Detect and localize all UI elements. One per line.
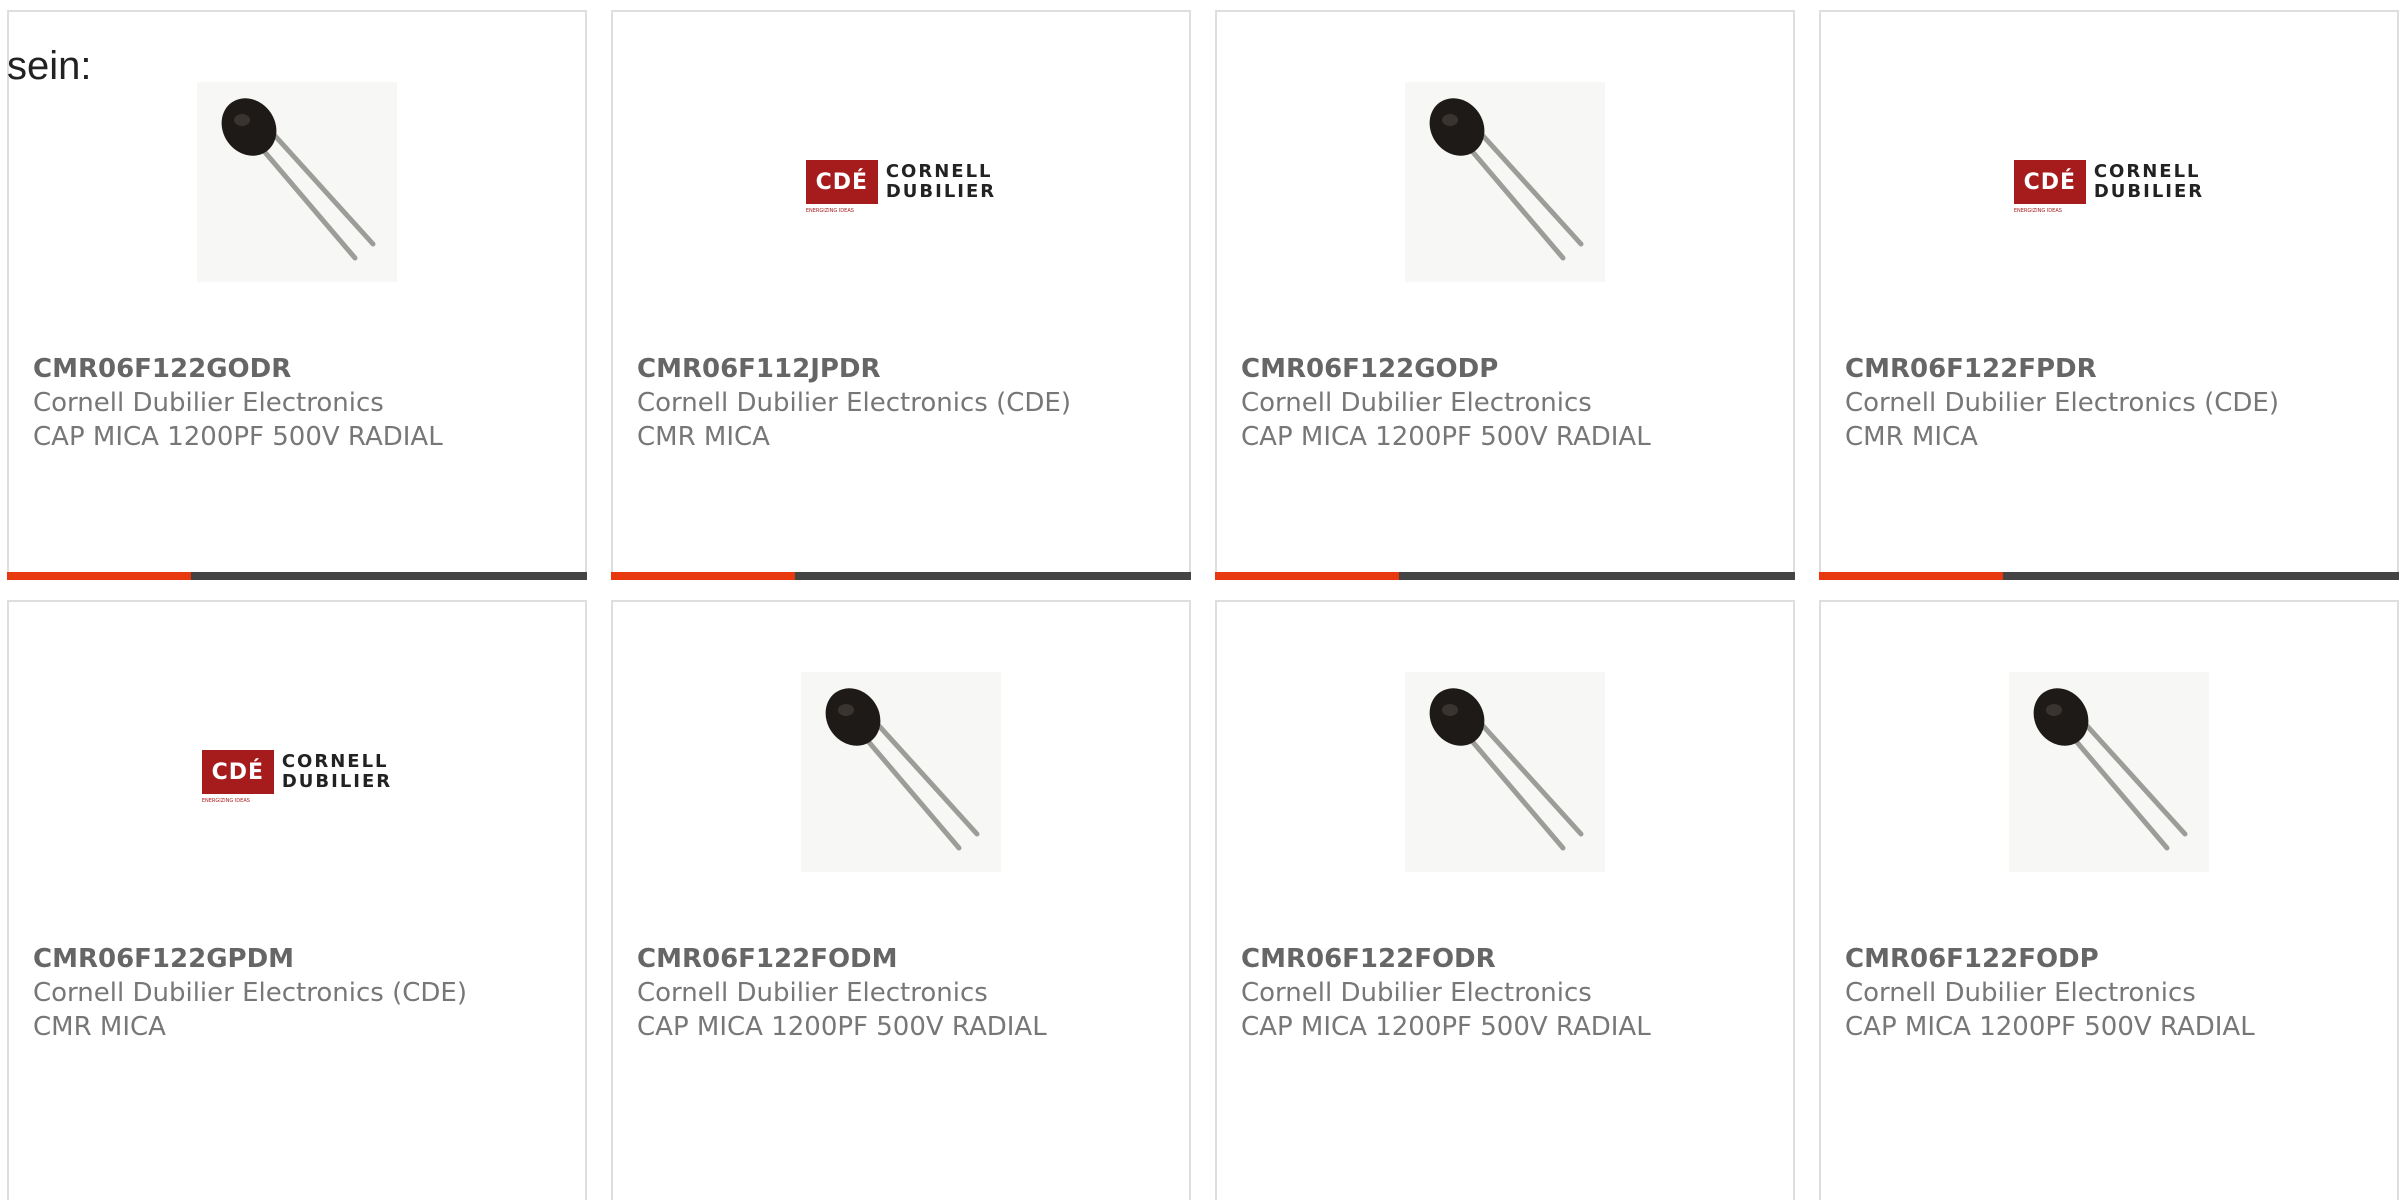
- capacitor-image[interactable]: [197, 82, 397, 282]
- description: CMR MICA: [637, 422, 770, 452]
- part-number[interactable]: CMR06F122FODR: [1241, 942, 1783, 976]
- product-card[interactable]: CMR06F122GODP Cornell Dubilier Electroni…: [1215, 10, 1795, 580]
- progress-accent: [611, 572, 795, 580]
- product-info: CMR06F122FODP Cornell Dubilier Electroni…: [1845, 942, 2387, 1044]
- manufacturer: Cornell Dubilier Electronics: [1241, 978, 1592, 1008]
- capacitor-image[interactable]: [1405, 672, 1605, 872]
- logo-line2: DUBILIER: [2093, 181, 2205, 202]
- product-info: CMR06F122GODR Cornell Dubilier Electroni…: [33, 352, 575, 454]
- progress-bar: [1819, 572, 2399, 580]
- description: CAP MICA 1200PF 500V RADIAL: [637, 1012, 1047, 1042]
- progress-bar: [1215, 572, 1795, 580]
- product-info: CMR06F112JPDR Cornell Dubilier Electroni…: [637, 352, 1179, 454]
- description: CMR MICA: [33, 1012, 166, 1042]
- manufacturer: Cornell Dubilier Electronics: [637, 978, 988, 1008]
- cde-logo: CDÉ ENERGIZING IDEAS CORNELL DUBILIER: [201, 750, 392, 804]
- part-number[interactable]: CMR06F122FPDR: [1845, 352, 2387, 386]
- logo-mark: CDÉ ENERGIZING IDEAS: [2013, 160, 2086, 214]
- manufacturer: Cornell Dubilier Electronics (CDE): [1845, 388, 2279, 418]
- product-card[interactable]: CDÉ ENERGIZING IDEAS CORNELL DUBILIER CMR0…: [7, 600, 587, 1200]
- cde-logo: CDÉ ENERGIZING IDEAS CORNELL DUBILIER: [2013, 160, 2204, 214]
- product-info: CMR06F122FODR Cornell Dubilier Electroni…: [1241, 942, 1783, 1044]
- logo-line2: DUBILIER: [281, 771, 393, 792]
- part-number[interactable]: CMR06F112JPDR: [637, 352, 1179, 386]
- product-card[interactable]: CMR06F122FODR Cornell Dubilier Electroni…: [1215, 600, 1795, 1200]
- intro-text: sein:: [7, 44, 92, 88]
- product-info: CMR06F122GPDM Cornell Dubilier Electroni…: [33, 942, 575, 1044]
- manufacturer: Cornell Dubilier Electronics: [1845, 978, 2196, 1008]
- progress-accent: [1215, 572, 1399, 580]
- logo-mark-text: CDÉ: [815, 169, 869, 195]
- capacitor-image[interactable]: [2009, 672, 2209, 872]
- part-number[interactable]: CMR06F122GODR: [33, 352, 575, 386]
- product-grid: CMR06F122GODR Cornell Dubilier Electroni…: [7, 10, 2400, 1200]
- cde-logo: CDÉ ENERGIZING IDEAS CORNELL DUBILIER: [805, 160, 996, 214]
- logo-text: CORNELL DUBILIER: [886, 162, 996, 202]
- description: CAP MICA 1200PF 500V RADIAL: [33, 422, 443, 452]
- product-card[interactable]: CMR06F122GODR Cornell Dubilier Electroni…: [7, 10, 587, 580]
- logo-text: CORNELL DUBILIER: [282, 752, 392, 792]
- description: CAP MICA 1200PF 500V RADIAL: [1241, 1012, 1651, 1042]
- part-number[interactable]: CMR06F122GODP: [1241, 352, 1783, 386]
- product-info: CMR06F122GODP Cornell Dubilier Electroni…: [1241, 352, 1783, 454]
- logo-tagline: ENERGIZING IDEAS: [201, 798, 250, 804]
- progress-accent: [1819, 572, 2003, 580]
- manufacturer: Cornell Dubilier Electronics: [1241, 388, 1592, 418]
- progress-bar: [7, 572, 587, 580]
- description: CMR MICA: [1845, 422, 1978, 452]
- logo-mark: CDÉ ENERGIZING IDEAS: [201, 750, 274, 804]
- cde-logo-image[interactable]: CDÉ ENERGIZING IDEAS CORNELL DUBILIER: [801, 82, 1001, 282]
- logo-tagline: ENERGIZING IDEAS: [805, 208, 854, 214]
- logo-mark-text: CDÉ: [211, 759, 265, 785]
- product-card[interactable]: CMR06F122FODP Cornell Dubilier Electroni…: [1819, 600, 2399, 1200]
- logo-text: CORNELL DUBILIER: [2094, 162, 2204, 202]
- capacitor-image[interactable]: [1405, 82, 1605, 282]
- product-card[interactable]: CMR06F122FODM Cornell Dubilier Electroni…: [611, 600, 1191, 1200]
- logo-line1: CORNELL: [2093, 161, 2201, 182]
- cde-logo-image[interactable]: CDÉ ENERGIZING IDEAS CORNELL DUBILIER: [197, 672, 397, 872]
- capacitor-image[interactable]: [801, 672, 1001, 872]
- logo-line1: CORNELL: [281, 751, 389, 772]
- product-card[interactable]: CDÉ ENERGIZING IDEAS CORNELL DUBILIER CMR0…: [1819, 10, 2399, 580]
- logo-mark-text: CDÉ: [2023, 169, 2077, 195]
- logo-mark: CDÉ ENERGIZING IDEAS: [805, 160, 878, 214]
- part-number[interactable]: CMR06F122FODP: [1845, 942, 2387, 976]
- progress-bar: [611, 572, 1191, 580]
- progress-accent: [7, 572, 191, 580]
- part-number[interactable]: CMR06F122FODM: [637, 942, 1179, 976]
- description: CAP MICA 1200PF 500V RADIAL: [1845, 1012, 2255, 1042]
- description: CAP MICA 1200PF 500V RADIAL: [1241, 422, 1651, 452]
- product-card[interactable]: CDÉ ENERGIZING IDEAS CORNELL DUBILIER CMR0…: [611, 10, 1191, 580]
- product-info: CMR06F122FPDR Cornell Dubilier Electroni…: [1845, 352, 2387, 454]
- cde-logo-image[interactable]: CDÉ ENERGIZING IDEAS CORNELL DUBILIER: [2009, 82, 2209, 282]
- manufacturer: Cornell Dubilier Electronics (CDE): [33, 978, 467, 1008]
- logo-line1: CORNELL: [885, 161, 993, 182]
- manufacturer: Cornell Dubilier Electronics: [33, 388, 384, 418]
- logo-tagline: ENERGIZING IDEAS: [2013, 208, 2062, 214]
- part-number[interactable]: CMR06F122GPDM: [33, 942, 575, 976]
- product-info: CMR06F122FODM Cornell Dubilier Electroni…: [637, 942, 1179, 1044]
- logo-line2: DUBILIER: [885, 181, 997, 202]
- manufacturer: Cornell Dubilier Electronics (CDE): [637, 388, 1071, 418]
